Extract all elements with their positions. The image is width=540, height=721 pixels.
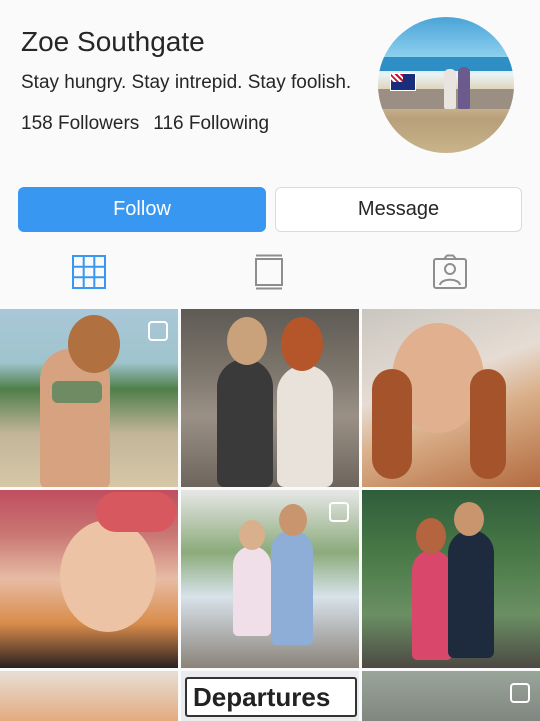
multi-photo-icon	[329, 502, 349, 522]
profile-bio: Stay hungry. Stay intrepid. Stay foolish…	[21, 72, 352, 93]
avatar-person	[444, 69, 456, 109]
photo-head	[68, 315, 120, 373]
photo-person	[217, 359, 273, 487]
multi-photo-icon	[510, 683, 530, 703]
post-tile[interactable]	[0, 309, 178, 487]
tab-grid[interactable]	[67, 250, 111, 294]
profile-stats: 158 Followers 116 Following	[21, 113, 269, 135]
photo-person	[277, 365, 333, 487]
photo-head	[279, 504, 307, 536]
photo-grid: Departures	[0, 309, 540, 721]
feed-icon	[255, 254, 283, 290]
post-tile[interactable]	[362, 671, 540, 721]
photo-person	[412, 550, 452, 660]
post-tile[interactable]	[181, 309, 359, 487]
followers-count[interactable]: 158 Followers	[21, 113, 139, 134]
photo-head	[227, 317, 267, 365]
follow-button[interactable]: Follow	[18, 187, 266, 232]
post-tile[interactable]	[362, 490, 540, 668]
photo-head	[281, 317, 323, 371]
photo-hair	[470, 369, 506, 479]
avatar-flag	[390, 73, 416, 91]
following-count[interactable]: 116 Following	[153, 113, 269, 134]
post-tile[interactable]	[0, 671, 178, 721]
avatar[interactable]	[378, 17, 514, 153]
photo-head	[416, 518, 446, 554]
photo-head	[239, 520, 265, 550]
photo-swimwear	[52, 381, 102, 403]
message-button[interactable]: Message	[275, 187, 522, 232]
post-tile[interactable]	[362, 309, 540, 487]
grid-icon	[72, 255, 106, 289]
photo-person	[271, 530, 313, 645]
tab-feed[interactable]	[247, 250, 291, 294]
profile-tabs	[0, 244, 540, 300]
photo-person	[448, 530, 494, 658]
photo-person	[233, 546, 271, 636]
post-tile[interactable]: Departures	[181, 671, 359, 721]
post-tile[interactable]	[181, 490, 359, 668]
profile-header: Zoe Southgate Stay hungry. Stay intrepid…	[0, 0, 540, 170]
departures-sign: Departures	[185, 677, 357, 717]
photo-hair	[372, 369, 412, 479]
tab-tagged[interactable]	[428, 250, 472, 294]
photo-head	[454, 502, 484, 536]
avatar-person	[458, 67, 470, 109]
photo-headscarf	[96, 492, 176, 532]
tagged-icon	[433, 254, 467, 289]
photo-head	[60, 520, 156, 632]
profile-name: Zoe Southgate	[21, 26, 205, 57]
multi-photo-icon	[148, 321, 168, 341]
post-tile[interactable]	[0, 490, 178, 668]
